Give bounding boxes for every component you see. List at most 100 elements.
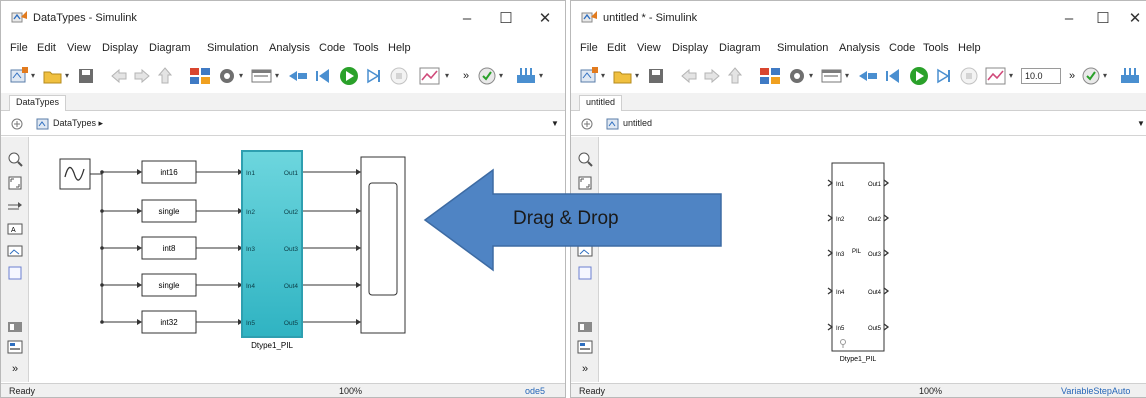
maximize-button[interactable]: ☐ bbox=[488, 7, 524, 31]
property-inspector-icon[interactable] bbox=[7, 339, 23, 355]
menu-simulation[interactable]: Simulation bbox=[207, 42, 258, 54]
menu-view[interactable]: View bbox=[637, 42, 661, 54]
data-type-conversion-block[interactable]: int16 bbox=[141, 160, 197, 184]
input-port-chevron-icon[interactable] bbox=[827, 249, 834, 257]
output-port-chevron-icon[interactable] bbox=[883, 249, 890, 257]
up-arrow-icon[interactable] bbox=[155, 65, 175, 87]
model-advisor-icon[interactable] bbox=[477, 65, 497, 87]
data-type-conversion-block[interactable]: int32 bbox=[141, 310, 197, 334]
address-dropdown-icon[interactable]: ▼ bbox=[551, 119, 561, 129]
save-icon[interactable] bbox=[647, 65, 665, 87]
status-solver-link[interactable]: VariableStepAuto bbox=[1061, 386, 1130, 396]
settings-dropdown-icon[interactable]: ▾ bbox=[809, 65, 817, 87]
output-port-chevron-icon[interactable] bbox=[883, 179, 890, 187]
open-folder-icon[interactable] bbox=[613, 65, 633, 87]
menu-simulation[interactable]: Simulation bbox=[777, 42, 828, 54]
build-icon[interactable] bbox=[1119, 65, 1141, 87]
forward-arrow-icon[interactable] bbox=[132, 65, 152, 87]
annotation-icon[interactable]: A bbox=[7, 221, 23, 237]
zoom-icon[interactable] bbox=[577, 151, 593, 167]
breadcrumb-untitled[interactable]: untitled bbox=[623, 118, 652, 128]
advisor-dropdown-icon[interactable]: ▾ bbox=[499, 65, 507, 87]
model-settings-gear-icon[interactable] bbox=[217, 65, 237, 87]
minimize-button[interactable]: – bbox=[449, 7, 485, 31]
open-dropdown-icon[interactable]: ▾ bbox=[65, 65, 73, 87]
back-arrow-icon[interactable] bbox=[679, 65, 699, 87]
new-model-icon[interactable] bbox=[579, 65, 599, 87]
data-type-conversion-block[interactable]: single bbox=[141, 199, 197, 223]
menu-analysis[interactable]: Analysis bbox=[269, 42, 310, 54]
library-browser-icon[interactable] bbox=[759, 65, 781, 87]
stop-icon[interactable] bbox=[389, 65, 409, 87]
data-type-conversion-block[interactable]: int8 bbox=[141, 236, 197, 260]
data-inspector-icon[interactable] bbox=[419, 65, 441, 87]
tab-datatypes[interactable]: DataTypes bbox=[9, 95, 67, 111]
status-solver-link[interactable]: ode5 bbox=[525, 386, 545, 396]
build-icon[interactable] bbox=[515, 65, 537, 87]
model-advisor-icon[interactable] bbox=[1081, 65, 1101, 87]
step-forward-icon[interactable] bbox=[363, 65, 383, 87]
image-annotation-icon[interactable] bbox=[7, 243, 23, 259]
menu-code[interactable]: Code bbox=[319, 42, 345, 54]
sine-wave-block[interactable] bbox=[59, 158, 91, 190]
menu-tools[interactable]: Tools bbox=[923, 42, 949, 54]
save-icon[interactable] bbox=[77, 65, 95, 87]
breadcrumb-datatypes[interactable]: DataTypes ▸ bbox=[53, 118, 103, 129]
menu-view[interactable]: View bbox=[67, 42, 91, 54]
menu-tools[interactable]: Tools bbox=[353, 42, 379, 54]
stop-time-input[interactable]: 10.0 bbox=[1021, 68, 1061, 84]
property-inspector-icon[interactable] bbox=[577, 339, 593, 355]
input-port-chevron-icon[interactable] bbox=[827, 287, 834, 295]
menu-edit[interactable]: Edit bbox=[37, 42, 56, 54]
signal-line-icon[interactable] bbox=[7, 199, 23, 215]
area-icon[interactable] bbox=[7, 265, 23, 281]
settings-dropdown-icon[interactable]: ▾ bbox=[239, 65, 247, 87]
build-dropdown-icon[interactable]: ▾ bbox=[539, 65, 547, 87]
toolbar-overflow-icon[interactable]: » bbox=[1069, 65, 1079, 87]
library-browser-icon[interactable] bbox=[189, 65, 211, 87]
step-forward-icon[interactable] bbox=[933, 65, 953, 87]
menu-file[interactable]: File bbox=[580, 42, 598, 54]
step-back-icon[interactable] bbox=[287, 65, 309, 87]
close-button[interactable]: ✕ bbox=[527, 7, 563, 31]
menu-code[interactable]: Code bbox=[889, 42, 915, 54]
open-dropdown-icon[interactable]: ▾ bbox=[635, 65, 643, 87]
output-port-chevron-icon[interactable] bbox=[883, 287, 890, 295]
input-port-chevron-icon[interactable] bbox=[827, 323, 834, 331]
maximize-button[interactable]: ☐ bbox=[1085, 7, 1121, 31]
data-inspector-icon[interactable] bbox=[985, 65, 1007, 87]
input-port-chevron-icon[interactable] bbox=[827, 214, 834, 222]
step-back-pause-icon[interactable] bbox=[313, 65, 335, 87]
new-dropdown-icon[interactable]: ▾ bbox=[31, 65, 39, 87]
scope-block[interactable] bbox=[360, 156, 406, 334]
model-browser-icon[interactable] bbox=[577, 319, 593, 335]
open-folder-icon[interactable] bbox=[43, 65, 63, 87]
menu-help[interactable]: Help bbox=[388, 42, 411, 54]
tab-untitled[interactable]: untitled bbox=[579, 95, 623, 111]
dtype1-pil-subsystem[interactable] bbox=[241, 150, 303, 338]
forward-arrow-icon[interactable] bbox=[702, 65, 722, 87]
inspector-dropdown-icon[interactable]: ▾ bbox=[1009, 65, 1017, 87]
zoom-icon[interactable] bbox=[7, 151, 23, 167]
explorer-dropdown-icon[interactable]: ▾ bbox=[275, 65, 283, 87]
input-port-chevron-icon[interactable] bbox=[827, 179, 834, 187]
menu-display[interactable]: Display bbox=[102, 42, 138, 54]
step-back-icon[interactable] bbox=[857, 65, 879, 87]
address-dropdown-icon[interactable]: ▼ bbox=[1137, 119, 1146, 129]
new-dropdown-icon[interactable]: ▾ bbox=[601, 65, 609, 87]
menu-edit[interactable]: Edit bbox=[607, 42, 626, 54]
model-explorer-icon[interactable] bbox=[251, 65, 273, 87]
output-port-chevron-icon[interactable] bbox=[883, 214, 890, 222]
menu-diagram[interactable]: Diagram bbox=[719, 42, 761, 54]
run-icon[interactable] bbox=[908, 65, 930, 87]
menu-display[interactable]: Display bbox=[672, 42, 708, 54]
stop-icon[interactable] bbox=[959, 65, 979, 87]
model-browser-icon[interactable] bbox=[7, 319, 23, 335]
palette-expand-icon[interactable]: » bbox=[577, 361, 593, 377]
hide-browser-icon[interactable] bbox=[11, 118, 23, 130]
inspector-dropdown-icon[interactable]: ▾ bbox=[445, 65, 453, 87]
toolbar-overflow-icon[interactable]: » bbox=[463, 65, 473, 87]
output-port-chevron-icon[interactable] bbox=[883, 323, 890, 331]
model-explorer-icon[interactable] bbox=[821, 65, 843, 87]
back-arrow-icon[interactable] bbox=[109, 65, 129, 87]
